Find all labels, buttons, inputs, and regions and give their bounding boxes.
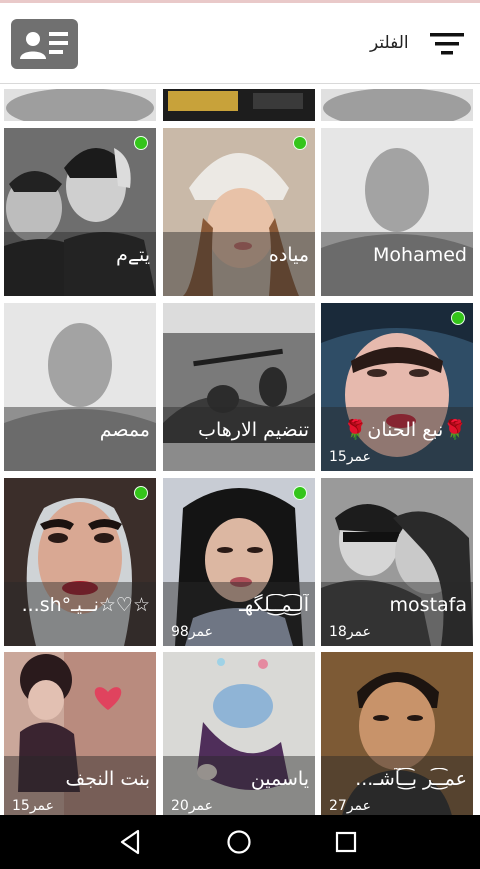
profile-age: 27عمر [329,798,371,814]
profile-age: 15عمر [12,798,54,814]
online-indicator [293,486,307,500]
profile-tile[interactable]: ☆♡☆نــيـ°sh... [4,478,156,646]
profile-tile[interactable]: 🌹نبع الحنان🌹 15عمر [321,303,473,471]
online-indicator [293,136,307,150]
profiles-grid: Mohamed مياده يتےم 🌹نبع الحنان🌹 15عمر تن… [0,89,480,815]
profile-tile[interactable] [4,89,156,121]
online-indicator [134,136,148,150]
home-icon[interactable] [224,827,254,857]
filter-label[interactable]: الفلتر [370,33,409,53]
profile-name: mostafa [389,594,467,616]
placeholder-avatar-image [4,89,156,121]
profile-age: 20عمر [171,798,213,814]
profile-tile[interactable]: ممصم [4,303,156,471]
profile-age: 15عمر [329,449,371,465]
online-indicator [134,486,148,500]
online-indicator [451,311,465,325]
profile-name: ياسمين [250,768,309,790]
profile-card-button[interactable] [11,19,78,69]
profile-name: 🌹نبع الحنان🌹 [343,419,467,441]
profile-name: عمـ͜͡ـر بـ͜͡ـآشـ... [355,768,467,790]
profile-tile[interactable]: عمـ͜͡ـر بـ͜͡ـآشـ... 27عمر [321,652,473,815]
profile-name: ☆♡☆نــيـ°sh... [21,594,150,616]
profile-name: بنت النجف [65,768,150,790]
profile-tile[interactable]: Mohamed [321,128,473,296]
profile-card-icon [20,32,68,59]
profile-name: يتےم [116,244,150,266]
profile-tile[interactable] [163,89,315,121]
profile-tile[interactable]: يتےم [4,128,156,296]
profile-age: 18عمر [329,624,371,640]
profile-tile[interactable]: مياده [163,128,315,296]
profile-tile[interactable]: آلـ͜͡مـ͜͡ـلگهـ 98عمر [163,478,315,646]
back-icon[interactable] [116,827,146,857]
placeholder-avatar-image [321,89,473,121]
profile-name: تنضيم الارهاب [198,419,309,441]
profile-tile[interactable]: mostafa 18عمر [321,478,473,646]
profile-tile[interactable]: تنضيم الارهاب [163,303,315,471]
profile-tile[interactable]: ياسمين 20عمر [163,652,315,815]
profile-name: ممصم [99,419,150,441]
banner-photo [163,89,315,121]
profile-name: Mohamed [373,244,467,266]
profile-tile[interactable] [321,89,473,121]
recents-icon[interactable] [331,827,361,857]
top-bar: الفلتر [0,3,480,84]
profile-tile[interactable]: بنت النجف 15عمر [4,652,156,815]
profile-age: 98عمر [171,624,213,640]
profile-name: مياده [268,244,309,266]
profile-name: آلـ͜͡مـ͜͡ـلگهـ [239,594,309,616]
filter-icon[interactable] [430,31,464,57]
system-navigation-bar [0,815,480,869]
